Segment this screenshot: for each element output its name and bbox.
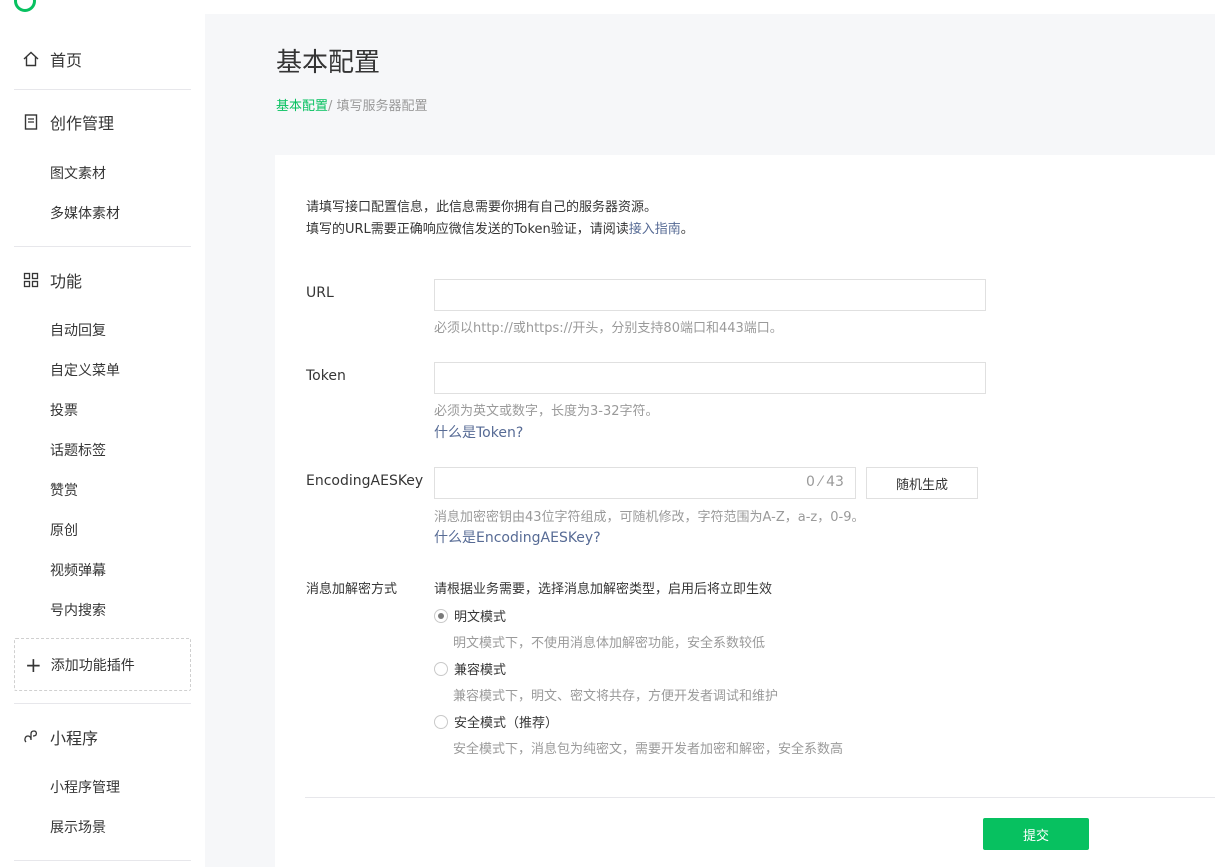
url-input[interactable] <box>434 279 986 311</box>
breadcrumb-link[interactable]: 基本配置 <box>276 99 328 114</box>
sidebar-item-reward[interactable]: 赞赏 <box>50 480 78 500</box>
miniprogram-icon <box>22 728 40 746</box>
sidebar-item-features[interactable]: 功能 <box>22 268 82 292</box>
sidebar-item-label: 功能 <box>50 272 83 291</box>
sidebar-item-miniprogram-manage[interactable]: 小程序管理 <box>50 777 120 797</box>
aes-key-input[interactable] <box>434 467 856 499</box>
access-guide-link[interactable]: 接入指南 <box>629 222 681 237</box>
top-bar <box>0 0 1215 14</box>
config-card: 请填写接口配置信息，此信息需要你拥有自己的服务器资源。 填写的URL需要正确响应… <box>275 155 1215 867</box>
add-plugin-button[interactable]: + 添加功能插件 <box>14 638 191 691</box>
radio-label: 兼容模式 <box>454 663 507 678</box>
sidebar-item-custom-menu[interactable]: 自定义菜单 <box>50 360 120 380</box>
sidebar-item-label: 创作管理 <box>50 114 115 133</box>
radio-unchecked-icon[interactable] <box>434 714 448 729</box>
radio-compatible[interactable]: 兼容模式 <box>434 659 506 678</box>
sidebar-item-miniprogram[interactable]: 小程序 <box>22 725 98 749</box>
add-plugin-label: 添加功能插件 <box>50 657 135 674</box>
sidebar-item-home[interactable]: 首页 <box>22 47 82 71</box>
sidebar-item-topic-tags[interactable]: 话题标签 <box>50 440 106 460</box>
sidebar-item-label: 首页 <box>50 51 83 70</box>
sidebar-divider <box>14 703 191 704</box>
token-input[interactable] <box>434 362 986 394</box>
footer-divider <box>305 797 1215 798</box>
token-hint: 必须为英文或数字，长度为3-32字符。 <box>434 404 659 419</box>
plus-icon: + <box>25 652 42 677</box>
random-generate-button[interactable]: 随机生成 <box>866 467 978 499</box>
sidebar-item-video-danmaku[interactable]: 视频弹幕 <box>50 560 106 580</box>
sidebar-item-auto-reply[interactable]: 自动回复 <box>50 320 106 340</box>
sidebar-item-creation[interactable]: 创作管理 <box>22 110 114 134</box>
breadcrumb: 基本配置/ 填写服务器配置 <box>276 95 428 114</box>
document-icon <box>22 113 40 131</box>
intro-text: 请填写接口配置信息，此信息需要你拥有自己的服务器资源。 填写的URL需要正确响应… <box>306 197 694 241</box>
aes-hint: 消息加密密钥由43位字符组成，可随机修改，字符范围为A-Z，a-z，0-9。 <box>434 510 865 525</box>
radio-label: 安全模式（推荐） <box>454 716 559 731</box>
mode-label: 消息加解密方式 <box>306 582 398 597</box>
submit-button[interactable]: 提交 <box>983 818 1089 850</box>
intro-line: 请填写接口配置信息，此信息需要你拥有自己的服务器资源。 <box>306 200 658 215</box>
sidebar-item-search[interactable]: 号内搜索 <box>50 600 106 620</box>
sidebar-item-vote[interactable]: 投票 <box>50 400 78 420</box>
radio-secure[interactable]: 安全模式（推荐） <box>434 712 558 731</box>
sidebar-item-display-scene[interactable]: 展示场景 <box>50 817 106 837</box>
aes-counter: 0 ⁄ 43 <box>806 474 844 490</box>
token-help-link[interactable]: 什么是Token? <box>434 422 523 442</box>
sidebar-item-label: 小程序 <box>50 729 99 748</box>
sidebar-item-original[interactable]: 原创 <box>50 520 78 540</box>
sidebar-item-multimedia[interactable]: 多媒体素材 <box>50 203 120 223</box>
intro-text-prefix: 填写的URL需要正确响应微信发送的Token验证，请阅读 <box>306 222 629 237</box>
radio-checked-icon[interactable] <box>434 608 448 623</box>
page-title: 基本配置 <box>276 48 381 78</box>
sidebar: 首页 创作管理 图文素材 多媒体素材 功能 自动回复 自定义菜单 投票 话题标签… <box>0 14 205 867</box>
aes-label: EncodingAESKey <box>306 473 424 489</box>
home-icon <box>22 50 40 68</box>
radio-label: 明文模式 <box>454 610 507 625</box>
intro-line: 填写的URL需要正确响应微信发送的Token验证，请阅读接入指南。 <box>306 219 694 241</box>
aes-help-link[interactable]: 什么是EncodingAESKey? <box>434 527 601 547</box>
radio-plaintext[interactable]: 明文模式 <box>434 606 506 625</box>
intro-text-suffix: 。 <box>680 222 694 237</box>
radio-unchecked-icon[interactable] <box>434 661 448 676</box>
radio-description: 安全模式下，消息包为纯密文，需要开发者加密和解密，安全系数高 <box>453 742 844 757</box>
breadcrumb-current: / 填写服务器配置 <box>328 99 428 114</box>
sidebar-divider <box>14 246 191 247</box>
mode-description: 请根据业务需要，选择消息加解密类型，启用后将立即生效 <box>434 582 773 597</box>
sidebar-divider <box>14 860 191 861</box>
radio-description: 兼容模式下，明文、密文将共存，方便开发者调试和维护 <box>453 689 779 704</box>
sidebar-item-image-text[interactable]: 图文素材 <box>50 163 106 183</box>
radio-description: 明文模式下，不使用消息体加解密功能，安全系数较低 <box>453 636 766 651</box>
token-label: Token <box>306 368 346 384</box>
logo-icon[interactable] <box>14 0 36 12</box>
sidebar-divider <box>14 89 191 90</box>
url-label: URL <box>306 285 334 301</box>
url-hint: 必须以http://或https://开头，分别支持80端口和443端口。 <box>434 321 783 336</box>
grid-icon <box>22 271 40 289</box>
